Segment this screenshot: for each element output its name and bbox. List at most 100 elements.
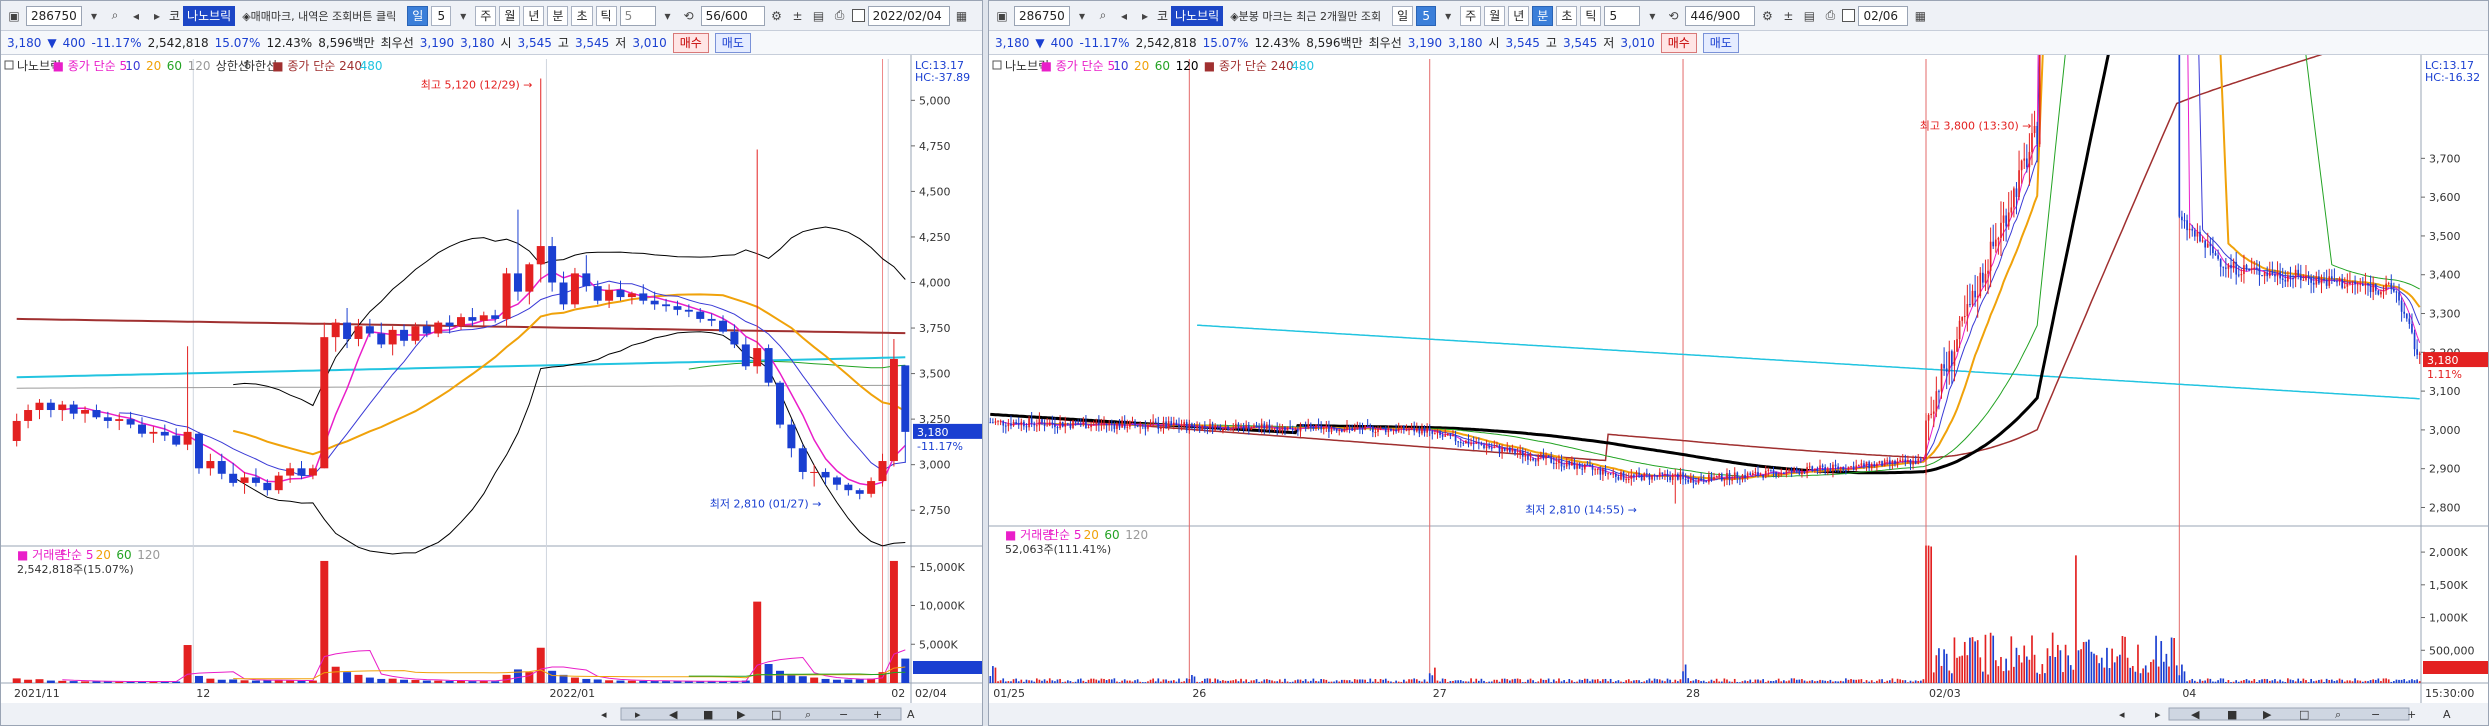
volume-bar <box>2212 681 2214 683</box>
date-toggle-checkbox[interactable] <box>851 9 865 22</box>
window-icon[interactable]: ▣ <box>993 6 1011 26</box>
calendar-icon[interactable]: ▦ <box>1911 6 1929 26</box>
window-icon[interactable]: ▣ <box>5 6 23 26</box>
date-toggle-checkbox[interactable] <box>1842 9 1856 22</box>
stock-code-input[interactable]: 286750 <box>1014 5 1070 26</box>
candle-body <box>639 293 648 301</box>
volume-bar <box>2041 664 2044 683</box>
candle-body <box>1211 423 1214 431</box>
chevron-down-icon[interactable]: ▾ <box>454 6 472 26</box>
stock-name[interactable]: 나노브릭 <box>1171 5 1224 26</box>
period-day-button[interactable]: 일 <box>1392 5 1414 26</box>
settings-icon[interactable]: ⚙ <box>768 6 786 26</box>
print-icon[interactable]: ⎙ <box>831 6 849 26</box>
search-icon[interactable]: ⌕ <box>106 6 124 26</box>
count-input[interactable]: 5 <box>1604 5 1641 26</box>
zoom-icon[interactable]: ± <box>1779 6 1797 26</box>
volume-bar <box>2080 649 2082 683</box>
buy-button[interactable]: 매수 <box>672 32 709 53</box>
minute-chart-area[interactable]: 3,7003,6003,5003,4003,3003,2003,1003,000… <box>989 55 2488 725</box>
dropdown-icon[interactable]: ▾ <box>1073 6 1091 26</box>
reset-icon[interactable]: ⟲ <box>1664 6 1682 26</box>
candle-body <box>1353 427 1356 431</box>
volume-bar <box>2082 641 2085 683</box>
count-input[interactable]: 5 <box>619 5 656 26</box>
volume-bar <box>1772 681 1775 683</box>
daily-chart-area[interactable]: 5,000 4,750 4,500 4,250 4,000 3,750 3,500 3,250… <box>1 55 982 725</box>
period-minute-button[interactable]: 분 <box>547 5 569 26</box>
period-number-field[interactable]: 5 <box>1416 5 1437 26</box>
daily-chart-svg[interactable]: 5,0004,7504,5004,2504,0003,7503,5003,250… <box>1 55 983 726</box>
stock-code-input[interactable]: 286750 <box>26 5 82 26</box>
candle-body <box>1374 432 1377 434</box>
save-icon[interactable]: ▤ <box>810 6 828 26</box>
volume-bar <box>58 680 67 683</box>
volume-bar <box>2279 679 2281 683</box>
search-icon[interactable]: ⌕ <box>1094 6 1112 26</box>
candle-body <box>1620 472 1622 480</box>
dropdown-icon[interactable]: ▾ <box>85 6 103 26</box>
candle-body <box>2038 55 2041 145</box>
reset-icon[interactable]: ⟲ <box>680 6 698 26</box>
next-arrow-icon[interactable]: ▸ <box>1136 6 1154 26</box>
volume-bar <box>1276 681 1279 683</box>
period-year-button[interactable]: 년 <box>1508 5 1530 26</box>
buy-button[interactable]: 매수 <box>1660 32 1697 53</box>
best-label: 최우선 <box>1368 36 1402 50</box>
period-second-button[interactable]: 초 <box>571 5 593 26</box>
period-number-field[interactable]: 5 <box>431 5 452 26</box>
chevron-down-icon[interactable]: ▾ <box>659 6 677 26</box>
period-week-button[interactable]: 주 <box>1460 5 1482 26</box>
print-icon[interactable]: ⎙ <box>1821 6 1839 26</box>
save-icon[interactable]: ▤ <box>1800 6 1818 26</box>
volume-bar <box>1289 682 1291 683</box>
candle-body <box>2279 271 2281 279</box>
range-field[interactable]: 56/600 <box>700 5 765 26</box>
period-month-button[interactable]: 월 <box>1484 5 1506 26</box>
candle-body <box>582 273 591 287</box>
candle-body <box>1666 473 1669 477</box>
volume-bar <box>1563 680 1565 683</box>
candle-body <box>1423 427 1426 433</box>
settings-icon[interactable]: ⚙ <box>1758 6 1776 26</box>
volume-bar <box>1669 679 1671 683</box>
stock-name[interactable]: 나노브릭 <box>183 5 236 26</box>
period-day-button[interactable]: 일 <box>407 5 429 26</box>
minute-chart-svg[interactable]: 3,7003,6003,5003,4003,3003,2003,1003,000… <box>989 55 2489 726</box>
range-field[interactable]: 446/900 <box>1685 5 1756 26</box>
volume-bar <box>1004 681 1007 683</box>
zoom-icon[interactable]: ± <box>789 6 807 26</box>
prev-arrow-icon[interactable]: ◂ <box>127 6 145 26</box>
volume-bar <box>1832 681 1834 683</box>
next-arrow-icon[interactable]: ▸ <box>148 6 166 26</box>
current-price: 3,180 <box>7 35 42 50</box>
period-month-button[interactable]: 월 <box>499 5 521 26</box>
volume-bar <box>1627 679 1630 683</box>
candle-body <box>1506 447 1509 451</box>
period-week-button[interactable]: 주 <box>475 5 497 26</box>
volume-bar <box>1369 678 1372 683</box>
candle-body <box>2209 243 2212 247</box>
volume-bar <box>1718 681 1721 683</box>
period-minute-button[interactable]: 분 <box>1532 5 1554 26</box>
sell-button[interactable]: 매도 <box>714 32 751 53</box>
candle-body <box>1718 473 1721 476</box>
volume-bar <box>2072 669 2075 683</box>
volume-bar <box>1687 678 1690 683</box>
chevron-down-icon[interactable]: ▾ <box>1439 6 1457 26</box>
prev-arrow-icon[interactable]: ◂ <box>1115 6 1133 26</box>
sell-button[interactable]: 매도 <box>1702 32 1739 53</box>
calendar-icon[interactable]: ▦ <box>953 6 971 26</box>
candle-body <box>1545 455 1547 459</box>
volume-bar <box>1542 679 1545 683</box>
chevron-down-icon[interactable]: ▾ <box>1643 6 1661 26</box>
period-tick-button[interactable]: 틱 <box>1580 5 1602 26</box>
period-second-button[interactable]: 초 <box>1556 5 1578 26</box>
date-input[interactable]: 02/06 <box>1858 5 1909 26</box>
period-year-button[interactable]: 년 <box>523 5 545 26</box>
period-tick-button[interactable]: 틱 <box>595 5 617 26</box>
scroll-control-6: ⌕ <box>2335 708 2341 721</box>
candle-body <box>1501 447 1503 453</box>
volume-bar <box>2201 680 2204 683</box>
date-input[interactable]: 2022/02/04 <box>867 5 950 26</box>
